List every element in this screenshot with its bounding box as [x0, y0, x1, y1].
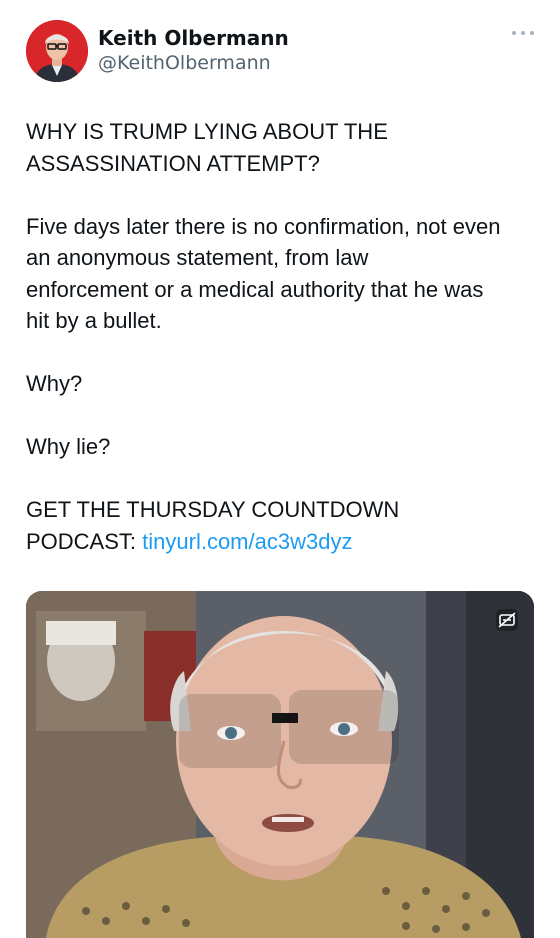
more-dot — [512, 31, 516, 35]
headline-line: WHY IS TRUMP LYING ABOUT THE — [26, 119, 388, 144]
why-lie-line: Why lie? — [26, 434, 111, 459]
author-handle[interactable]: @KeithOlbermann — [98, 50, 289, 76]
tweet-card: Keith Olbermann @KeithOlbermann WHY IS T… — [0, 0, 560, 938]
why-line: Why? — [26, 371, 83, 396]
more-dot — [521, 31, 525, 35]
avatar-portrait-icon — [26, 20, 88, 82]
body-line: an anonymous statement, from law — [26, 245, 369, 270]
video-frame-image — [26, 591, 534, 938]
headline-line: ASSASSINATION ATTEMPT? — [26, 150, 320, 176]
tweet-text: WHY IS TRUMP LYING ABOUT THE ASSASSINATI… — [26, 116, 541, 557]
author-info: Keith Olbermann @KeithOlbermann — [98, 26, 289, 76]
author-display-name[interactable]: Keith Olbermann — [98, 26, 289, 50]
body-line: enforcement or a medical authority that … — [26, 276, 484, 302]
tweet-video-thumbnail[interactable] — [26, 591, 534, 938]
cta-prefix: PODCAST: — [26, 528, 143, 554]
podcast-link[interactable]: tinyurl.com/ac3w3dyz — [142, 529, 352, 554]
closed-captions-icon[interactable] — [496, 609, 518, 631]
more-dot — [530, 31, 534, 35]
cta-link-line: PODCAST: tinyurl.com/ac3w3dyz — [26, 526, 541, 558]
closed-captions-glyph — [498, 612, 516, 628]
more-icon[interactable] — [512, 28, 534, 38]
cta-line: GET THE THURSDAY COUNTDOWN — [26, 497, 400, 522]
avatar[interactable] — [26, 20, 88, 82]
tweet-header: Keith Olbermann @KeithOlbermann — [26, 20, 534, 84]
body-line: Five days later there is no confirmation… — [26, 213, 501, 239]
body-line: hit by a bullet. — [26, 308, 162, 333]
